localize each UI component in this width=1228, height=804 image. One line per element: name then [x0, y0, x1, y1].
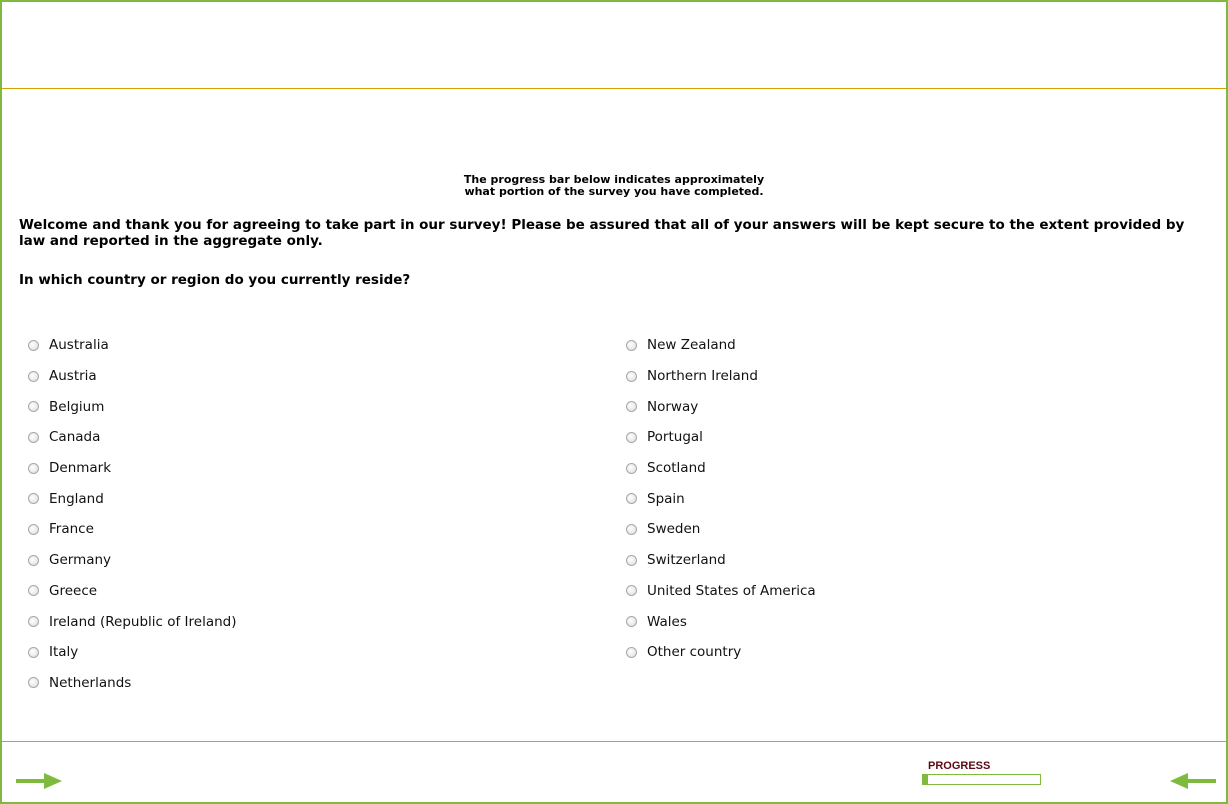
question-text: In which country or region do you curren… [19, 272, 411, 288]
radio-button[interactable] [626, 401, 637, 413]
country-option-label: New Zealand [647, 337, 736, 354]
country-option-label: England [49, 490, 104, 507]
country-option[interactable]: Denmark [28, 453, 237, 484]
country-option[interactable]: Portugal [626, 422, 816, 453]
country-option-label: Denmark [49, 460, 112, 477]
country-option[interactable]: Canada [28, 422, 237, 453]
country-option[interactable]: Norway [626, 391, 816, 422]
country-option-label: Belgium [49, 398, 105, 415]
radio-button[interactable] [28, 523, 39, 535]
radio-button[interactable] [28, 554, 39, 566]
radio-button[interactable] [28, 616, 39, 628]
country-option-label: Norway [647, 398, 699, 415]
radio-button[interactable] [626, 462, 637, 474]
radio-button[interactable] [28, 370, 39, 382]
radio-button[interactable] [28, 677, 39, 689]
radio-button[interactable] [28, 401, 39, 413]
options-column-right: New Zealand Northern Ireland Norway Portuga… [626, 330, 816, 668]
footer-divider [2, 741, 1226, 742]
country-option-label: Germany [49, 552, 112, 569]
country-option-label: France [49, 521, 94, 538]
radio-button[interactable] [626, 616, 637, 628]
progress-bar [922, 774, 1041, 785]
country-option[interactable]: Italy [28, 637, 237, 668]
country-option-label: Canada [49, 429, 101, 446]
country-option-label: United States of America [647, 582, 816, 599]
country-option-label: Northern Ireland [647, 368, 758, 385]
country-option-label: Ireland (Republic of Ireland) [49, 613, 237, 630]
country-option-label: Australia [49, 337, 109, 354]
country-option[interactable]: Netherlands [28, 668, 237, 699]
country-option-label: Switzerland [647, 552, 726, 569]
country-option[interactable]: Northern Ireland [626, 361, 816, 392]
country-option[interactable]: Greece [28, 576, 237, 607]
arrow-right-icon[interactable] [16, 773, 62, 789]
country-option-label: Scotland [647, 460, 706, 477]
country-option[interactable]: Austria [28, 361, 237, 392]
radio-button[interactable] [28, 462, 39, 474]
country-option[interactable]: Australia [28, 330, 237, 361]
radio-button[interactable] [28, 431, 39, 443]
country-option[interactable]: Sweden [626, 514, 816, 545]
arrow-left-icon[interactable] [1170, 773, 1216, 789]
country-option[interactable]: England [28, 483, 237, 514]
radio-button[interactable] [626, 554, 637, 566]
country-option-label: Portugal [647, 429, 703, 446]
country-option-label: Netherlands [49, 674, 132, 691]
country-option-label: Sweden [647, 521, 701, 538]
radio-button[interactable] [626, 339, 637, 351]
radio-button[interactable] [626, 646, 637, 658]
radio-button[interactable] [28, 493, 39, 505]
radio-button[interactable] [28, 339, 39, 351]
radio-button[interactable] [28, 646, 39, 658]
radio-button[interactable] [626, 370, 637, 382]
options-column-left: Australia Austria Belgium Canada Denmark Engl… [28, 330, 237, 698]
country-option-label: Wales [647, 613, 687, 630]
country-option-label: Spain [647, 490, 685, 507]
country-option-label: Italy [49, 644, 79, 661]
progress-note: The progress bar below indicates approxi… [0, 174, 1228, 198]
progress-note-line2: what portion of the survey you have comp… [464, 185, 764, 198]
progress-fill [923, 775, 928, 784]
country-option[interactable]: Other country [626, 637, 816, 668]
progress-label: PROGRESS [928, 760, 991, 772]
country-option[interactable]: Scotland [626, 453, 816, 484]
country-option[interactable]: Switzerland [626, 545, 816, 576]
country-option[interactable]: Spain [626, 483, 816, 514]
country-option[interactable]: Wales [626, 606, 816, 637]
radio-button[interactable] [626, 493, 637, 505]
country-option[interactable]: Ireland (Republic of Ireland) [28, 606, 237, 637]
radio-button[interactable] [626, 431, 637, 443]
country-option[interactable]: Belgium [28, 391, 237, 422]
radio-button[interactable] [28, 585, 39, 597]
country-option[interactable]: France [28, 514, 237, 545]
header-divider [2, 88, 1226, 89]
radio-button[interactable] [626, 523, 637, 535]
country-option-label: Other country [647, 644, 742, 661]
country-option-label: Austria [49, 368, 97, 385]
radio-button[interactable] [626, 585, 637, 597]
country-option[interactable]: Germany [28, 545, 237, 576]
welcome-text: Welcome and thank you for agreeing to ta… [19, 217, 1185, 249]
country-option[interactable]: New Zealand [626, 330, 816, 361]
country-option-label: Greece [49, 582, 98, 599]
country-option[interactable]: United States of America [626, 576, 816, 607]
